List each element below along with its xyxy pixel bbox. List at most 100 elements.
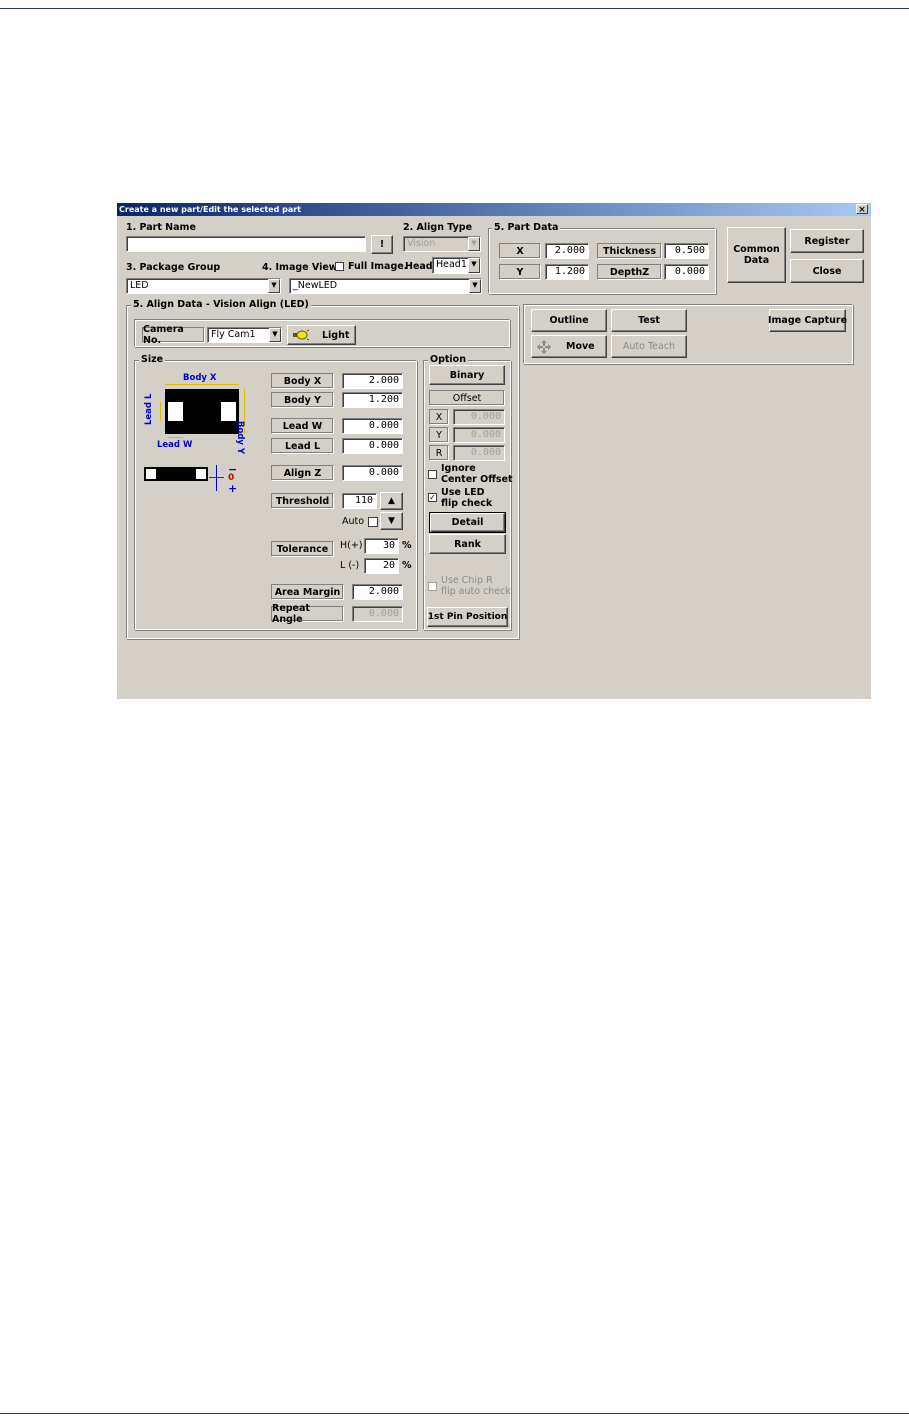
area-margin-input[interactable]: 2.000 xyxy=(352,584,403,600)
depthz-label: DepthZ xyxy=(597,264,662,280)
align-z-label: Align Z xyxy=(271,465,334,481)
light-button[interactable]: Light xyxy=(287,325,356,345)
head-label: Head xyxy=(405,261,433,272)
tolerance-h-input[interactable]: 30 xyxy=(364,538,399,554)
part-data-label: 5. Part Data xyxy=(492,222,561,233)
offset-y-label: Y xyxy=(429,427,449,443)
page-top-rule xyxy=(0,8,909,9)
close-button[interactable]: Close xyxy=(790,259,864,283)
diagram-lead-l: Lead L xyxy=(144,393,154,425)
close-window-button[interactable]: × xyxy=(856,204,868,215)
z-axis-line xyxy=(216,465,217,491)
z-zero-line xyxy=(209,477,224,478)
lead-w-input[interactable]: 0.000 xyxy=(342,418,403,434)
package-group-value: LED xyxy=(126,278,281,294)
ignore-center-offset-checkbox[interactable] xyxy=(428,470,437,479)
register-button[interactable]: Register xyxy=(790,229,864,253)
auto-teach-button[interactable]: Auto Teach xyxy=(611,335,687,358)
tolerance-l-input[interactable]: 20 xyxy=(364,558,399,574)
part-x-input[interactable]: 2.000 xyxy=(545,243,589,259)
outline-button[interactable]: Outline xyxy=(531,309,607,332)
chevron-down-icon: ▼ xyxy=(468,258,480,273)
package-group-label: 3. Package Group xyxy=(126,262,221,273)
image-view-value: _NewLED xyxy=(289,278,482,294)
test-button[interactable]: Test xyxy=(611,309,687,332)
auto-checkbox[interactable] xyxy=(368,517,378,527)
repeat-angle-label: Repeat Angle xyxy=(271,603,344,625)
side-view-right xyxy=(196,469,206,479)
use-chip-r-flip-label: Use Chip R flip auto check xyxy=(441,575,511,597)
chevron-down-icon: ▼ xyxy=(268,279,280,293)
offset-y-input[interactable]: 0.000 xyxy=(453,427,505,443)
lead-l-input[interactable]: 0.000 xyxy=(342,438,403,454)
light-label: Light xyxy=(322,329,350,341)
led-lead-left xyxy=(168,402,183,421)
body-y-input[interactable]: 1.200 xyxy=(342,392,403,408)
chevron-down-icon: ▼ xyxy=(469,279,481,293)
body-y-label: Body Y xyxy=(271,392,334,408)
first-pin-position-button[interactable]: 1st Pin Position xyxy=(427,607,508,627)
align-data-label: 5. Align Data - Vision Align (LED) xyxy=(131,299,311,310)
thickness-label: Thickness xyxy=(597,243,662,259)
image-view-select[interactable]: _NewLED ▼ xyxy=(289,278,482,294)
repeat-angle-input[interactable]: 0.000 xyxy=(352,606,403,622)
chevron-down-icon: ▼ xyxy=(468,237,480,251)
l-percent: % xyxy=(402,560,412,571)
rank-button[interactable]: Rank xyxy=(429,534,506,554)
head-select[interactable]: Head1 ▼ xyxy=(432,257,481,274)
ignore-line1: Ignore xyxy=(441,463,476,474)
common-data-button[interactable]: Common Data xyxy=(727,227,786,283)
triangle-down-icon: ▼ xyxy=(388,516,395,526)
led-dimension-diagram: Body X Body Y Lead L Lead W xyxy=(141,373,271,455)
offset-x-label: X xyxy=(429,409,449,425)
bulb-icon xyxy=(293,329,310,341)
diagram-body-y: Body Y xyxy=(235,421,245,455)
move-button[interactable]: Move xyxy=(531,335,607,358)
led-lead-right xyxy=(221,402,236,421)
close-icon: × xyxy=(858,205,866,215)
part-name-search-button[interactable]: ! xyxy=(371,235,393,254)
title-bar: Create a new part/Edit the selected part… xyxy=(117,203,871,216)
full-image-checkbox[interactable] xyxy=(335,262,344,271)
offset-x-input[interactable]: 0.000 xyxy=(453,409,505,425)
use-chip-r-flip-checkbox[interactable] xyxy=(428,582,437,591)
lead-w-dim-line xyxy=(168,437,183,438)
threshold-label: Threshold xyxy=(271,493,334,509)
image-view-label: 4. Image View xyxy=(262,262,338,273)
body-x-label: Body X xyxy=(271,373,334,389)
chevron-down-icon: ▼ xyxy=(269,328,281,342)
size-label: Size xyxy=(139,354,166,365)
body-x-input[interactable]: 2.000 xyxy=(342,373,403,389)
thickness-input[interactable]: 0.500 xyxy=(664,243,709,259)
part-name-label: 1. Part Name xyxy=(126,222,196,233)
threshold-up-button[interactable]: ▲ xyxy=(380,492,403,510)
binary-button[interactable]: Binary xyxy=(429,365,505,385)
use-led-flip-checkbox[interactable]: ✓ xyxy=(428,493,437,502)
threshold-input[interactable]: 110 xyxy=(342,493,377,509)
part-data-group xyxy=(488,228,716,294)
depthz-input[interactable]: 0.000 xyxy=(664,264,709,280)
part-editor-dialog: Create a new part/Edit the selected part… xyxy=(117,203,871,699)
check-icon: ✓ xyxy=(429,493,436,502)
diagram-body-x: Body X xyxy=(183,373,217,383)
offset-r-label: R xyxy=(429,445,449,461)
offset-r-input[interactable]: 0.000 xyxy=(453,445,505,461)
lead-l-label: Lead L xyxy=(271,438,334,454)
z-axis-marker: − 0 + xyxy=(209,463,237,497)
offset-label: Offset xyxy=(429,390,505,406)
lead-l-dim-line xyxy=(160,402,161,421)
package-group-select[interactable]: LED ▼ xyxy=(126,278,281,294)
part-y-input[interactable]: 1.200 xyxy=(545,264,589,280)
ignore-line2: Center Offset xyxy=(441,474,513,485)
camera-select[interactable]: Fly Cam1 ▼ xyxy=(207,327,282,343)
part-y-label: Y xyxy=(499,264,541,280)
option-label: Option xyxy=(428,354,468,365)
page-bottom-rule xyxy=(0,1413,909,1414)
align-z-input[interactable]: 0.000 xyxy=(342,465,403,481)
triangle-up-icon: ▲ xyxy=(388,496,395,506)
detail-button[interactable]: Detail xyxy=(430,513,505,532)
align-type-select[interactable]: Vision ▼ xyxy=(403,236,481,252)
threshold-down-button[interactable]: ▼ xyxy=(380,512,403,530)
part-name-input[interactable] xyxy=(126,236,366,252)
image-capture-button[interactable]: Image Capture xyxy=(768,309,847,332)
